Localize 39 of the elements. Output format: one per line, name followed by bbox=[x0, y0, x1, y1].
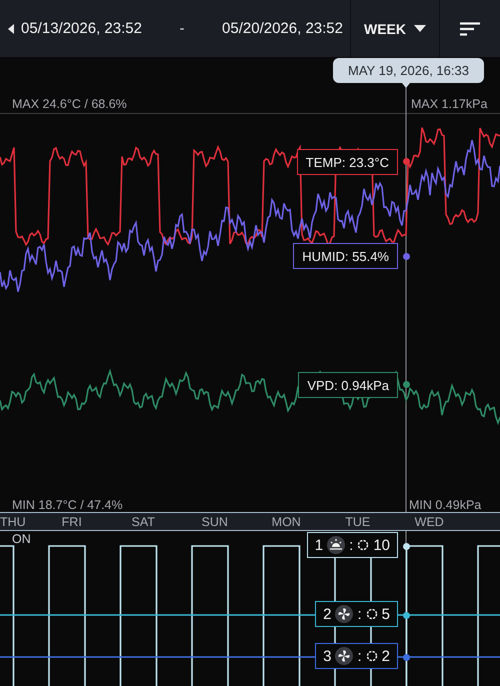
device-value: 5 bbox=[382, 606, 390, 622]
max-left-label: MAX 24.6°C / 68.6% bbox=[12, 97, 127, 111]
fan-icon bbox=[335, 647, 354, 665]
on-state-label: ON bbox=[12, 532, 31, 546]
fan-icon bbox=[335, 605, 354, 623]
date-separator: - bbox=[180, 20, 184, 37]
device-number: 2 bbox=[323, 606, 332, 622]
day-label: TUE bbox=[344, 514, 372, 528]
caret-down-icon bbox=[414, 25, 426, 32]
device-number: 3 bbox=[323, 648, 332, 664]
device-value: 10 bbox=[373, 536, 390, 554]
range-dropdown[interactable]: WEEK bbox=[351, 0, 440, 57]
separator-colon: : bbox=[349, 536, 354, 554]
day-label: SAT bbox=[130, 514, 156, 528]
readout-label: HUMID: 55.4% bbox=[293, 243, 398, 269]
max-right-label: MAX 1.17kPa bbox=[411, 97, 488, 111]
day-label: SUN bbox=[200, 514, 229, 528]
separator-colon: : bbox=[357, 606, 362, 622]
tooltip-pointer-icon bbox=[402, 83, 410, 88]
day-label: THU bbox=[0, 514, 27, 528]
readout-label: TEMP: 23.3°C bbox=[296, 149, 398, 175]
min-right-label: MIN 0.49kPa bbox=[409, 498, 482, 512]
timer-icon bbox=[366, 608, 378, 620]
sort-icon bbox=[460, 22, 480, 36]
timer-icon bbox=[357, 539, 370, 551]
timer-icon bbox=[366, 650, 378, 662]
day-label: WED bbox=[414, 514, 445, 528]
start-date[interactable]: 05/13/2026, 23:52 bbox=[21, 20, 142, 37]
end-date[interactable]: 05/20/2026, 23:52 bbox=[222, 20, 343, 37]
device-value: 2 bbox=[382, 648, 390, 664]
sunrise-icon bbox=[327, 536, 346, 554]
readout-label: VPD: 0.94kPa bbox=[298, 372, 398, 398]
caret-left-icon[interactable] bbox=[8, 24, 15, 34]
day-label: FRI bbox=[60, 514, 83, 528]
device-number: 1 bbox=[314, 536, 324, 554]
day-label: MON bbox=[270, 514, 302, 528]
separator-colon: : bbox=[357, 648, 362, 664]
min-left-label: MIN 18.7°C / 47.4% bbox=[12, 498, 123, 512]
cursor-time-tooltip: MAY 19, 2026, 16:33 bbox=[333, 58, 484, 83]
